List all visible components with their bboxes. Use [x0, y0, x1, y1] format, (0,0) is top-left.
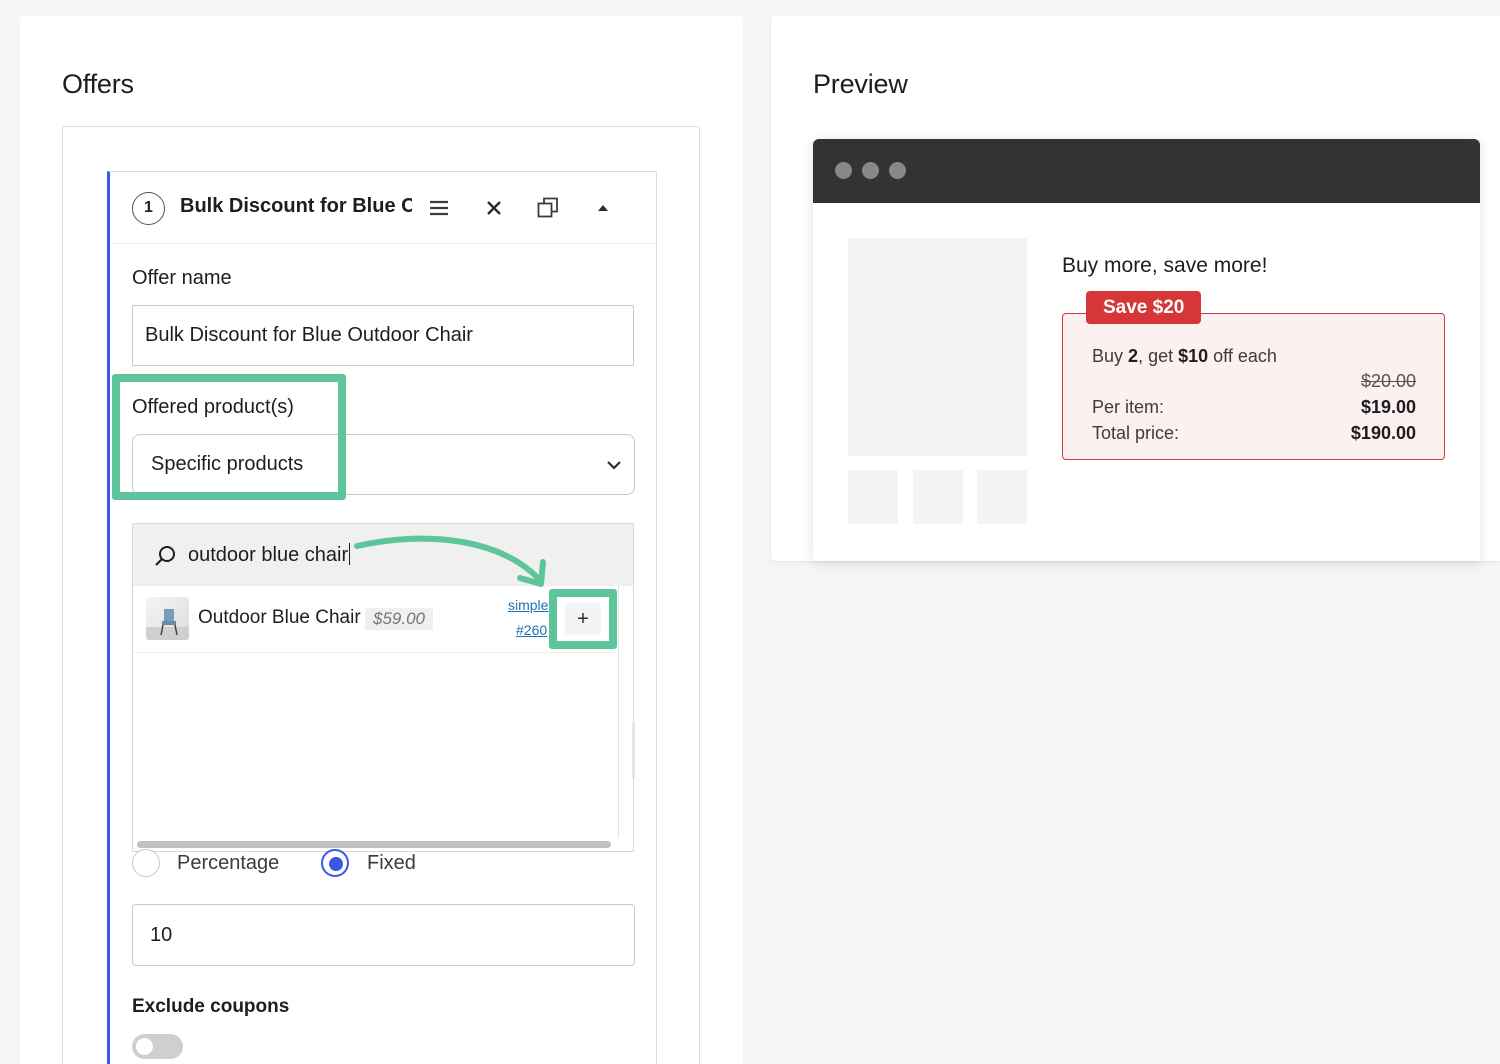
- radio-percentage-label: Percentage: [177, 852, 280, 874]
- search-result-row: Outdoor Blue Chair $59.00 simple #260 +: [133, 586, 619, 653]
- preview-headline: Buy more, save more!: [1062, 254, 1268, 277]
- product-search-panel: outdoor blue chair Outdoor Blue Chair $5…: [132, 523, 634, 852]
- product-search-bar[interactable]: outdoor blue chair: [133, 524, 633, 586]
- radio-fixed[interactable]: [321, 849, 349, 877]
- offers-panel: Offers 1 Bulk Discount for Blue O Offer …: [20, 16, 743, 1064]
- highlight-add-button: +: [549, 589, 617, 649]
- thumbnail-placeholder: [848, 470, 898, 524]
- product-image-placeholder: [848, 238, 1027, 456]
- per-item-label: Per item:: [1092, 397, 1165, 417]
- window-dot-icon: [835, 162, 852, 179]
- horizontal-scrollbar[interactable]: [137, 841, 611, 848]
- offer-header[interactable]: 1 Bulk Discount for Blue O: [110, 172, 656, 244]
- total-price-value: $190.00: [1350, 423, 1416, 443]
- total-price-label: Total price:: [1092, 423, 1180, 443]
- search-input[interactable]: outdoor blue chair: [188, 543, 351, 567]
- result-product-type-link[interactable]: simple: [508, 597, 548, 613]
- collapse-arrow-icon[interactable]: [585, 190, 621, 226]
- highlight-offered-products: [112, 374, 346, 500]
- step-number: 1: [132, 192, 165, 225]
- result-product-name: Outdoor Blue Chair: [198, 607, 361, 628]
- discount-value-input[interactable]: 10: [132, 904, 635, 966]
- original-price: $20.00: [1360, 371, 1416, 391]
- search-icon: [155, 546, 175, 566]
- product-thumbnail: [146, 597, 189, 640]
- result-product-id-link[interactable]: #260: [516, 622, 547, 638]
- preview-panel: Preview Buy more, save more! Buy 2, get …: [771, 16, 1500, 561]
- save-badge: Save $20: [1086, 291, 1202, 324]
- duplicate-icon[interactable]: [530, 190, 566, 226]
- exclude-coupons-label: Exclude coupons: [132, 996, 290, 1017]
- exclude-coupons-toggle[interactable]: [132, 1034, 183, 1059]
- drag-handle-icon[interactable]: [421, 190, 457, 226]
- add-product-button[interactable]: +: [565, 603, 601, 635]
- offer-card-title: Bulk Discount for Blue O: [180, 195, 412, 217]
- radio-percentage[interactable]: [132, 849, 160, 877]
- chevron-down-icon: [607, 461, 621, 470]
- browser-title-bar: [813, 139, 1480, 203]
- close-icon[interactable]: [476, 190, 512, 226]
- bulk-deal-box: Buy 2, get $10 off each $20.00 Per item:…: [1062, 313, 1445, 460]
- window-dot-icon: [862, 162, 879, 179]
- per-item-value: $19.00: [1360, 397, 1416, 417]
- search-results-list: Outdoor Blue Chair $59.00 simple #260 +: [133, 586, 619, 838]
- deal-description: Buy 2, get $10 off each: [1092, 346, 1277, 366]
- preview-title: Preview: [813, 69, 908, 99]
- offer-name-input[interactable]: Bulk Discount for Blue Outdoor Chair: [132, 305, 634, 366]
- result-product-price: $59.00: [365, 608, 433, 630]
- window-dot-icon: [889, 162, 906, 179]
- offers-container: 1 Bulk Discount for Blue O Offer name Bu…: [62, 126, 700, 1064]
- radio-fixed-label: Fixed: [367, 852, 416, 874]
- preview-browser-window: Buy more, save more! Buy 2, get $10 off …: [813, 139, 1480, 561]
- offer-name-label: Offer name: [132, 267, 232, 289]
- offer-card: 1 Bulk Discount for Blue O Offer name Bu…: [107, 171, 657, 1064]
- vertical-scrollbar[interactable]: [632, 722, 635, 778]
- offers-title: Offers: [62, 69, 134, 99]
- thumbnail-placeholder: [913, 470, 963, 524]
- thumbnail-placeholder: [977, 470, 1027, 524]
